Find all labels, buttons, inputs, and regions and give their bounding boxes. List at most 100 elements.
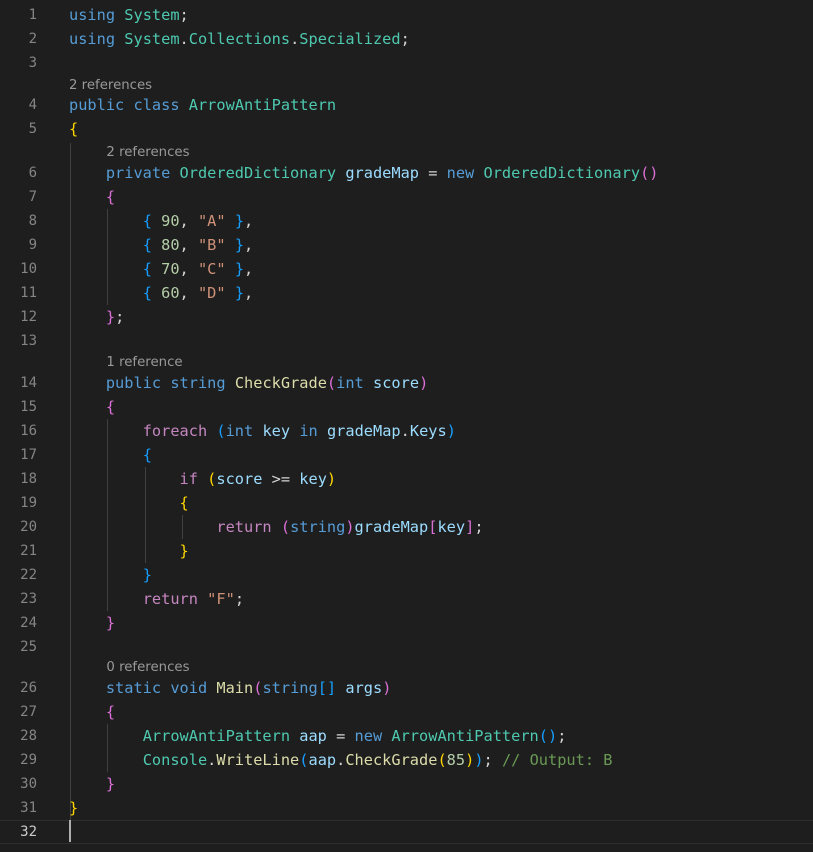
code-token: { — [179, 494, 189, 512]
code-line[interactable]: 10 { 70, "C" }, — [0, 257, 813, 281]
code-line[interactable]: 23 return "F"; — [0, 587, 813, 611]
line-number: 3 — [28, 55, 37, 71]
code-line[interactable]: 13 — [0, 329, 813, 353]
code-token: } — [69, 799, 79, 817]
code-token: ; — [179, 6, 189, 24]
code-line[interactable]: 14 public string CheckGrade(int score) — [0, 371, 813, 395]
code-token: ArrowAntiPattern — [188, 96, 337, 114]
line-number: 18 — [20, 471, 37, 487]
code-line[interactable]: 31} — [0, 796, 813, 820]
code-line[interactable]: 16 foreach (int key in gradeMap.Keys) — [0, 419, 813, 443]
code-token: >= — [262, 470, 300, 488]
code-line[interactable]: 32 — [0, 820, 813, 844]
code-lens: 0 references — [0, 658, 813, 678]
code-line[interactable]: 30 } — [0, 772, 813, 796]
code-lens-references-link[interactable]: 1 reference — [106, 353, 182, 373]
code-token: ArrowAntiPattern — [391, 727, 539, 745]
code-token: class — [133, 96, 180, 114]
code-line[interactable]: 8 { 90, "A" }, — [0, 209, 813, 233]
line-code: private OrderedDictionary gradeMap = new… — [69, 161, 659, 185]
code-line[interactable]: 25 — [0, 635, 813, 659]
line-code: } — [69, 539, 189, 563]
code-line[interactable]: 20 return (string)gradeMap[key]; — [0, 515, 813, 539]
line-code: public class ArrowAntiPattern — [69, 93, 336, 117]
code-token: score — [373, 374, 420, 392]
code-line[interactable]: 29 Console.WriteLine(aap.CheckGrade(85))… — [0, 748, 813, 772]
code-token: ] — [465, 518, 475, 536]
code-token: using — [69, 6, 116, 24]
code-line[interactable]: 17 { — [0, 443, 813, 467]
code-token: args — [345, 679, 383, 697]
code-token: ArrowAntiPattern — [142, 727, 291, 745]
code-lens: 2 references — [0, 143, 813, 163]
code-line[interactable]: 2 using System.Collections.Specialized; — [0, 27, 813, 51]
code-token: ) — [474, 751, 484, 769]
code-lens-references-link[interactable]: 2 references — [106, 143, 189, 163]
code-line[interactable]: 24 } — [0, 611, 813, 635]
code-line[interactable]: 9 { 80, "B" }, — [0, 233, 813, 257]
line-code: { — [69, 700, 115, 724]
line-number: 5 — [28, 121, 37, 137]
code-token: Main — [216, 679, 254, 697]
line-number: 15 — [20, 399, 37, 415]
code-token: in — [299, 422, 318, 440]
code-token: [] — [317, 679, 337, 697]
code-line[interactable]: 27 { — [0, 700, 813, 724]
code-line[interactable]: 11 { 60, "D" }, — [0, 281, 813, 305]
code-line[interactable]: 28 ArrowAntiPattern aap = new ArrowAntiP… — [0, 724, 813, 748]
code-token: "A" — [197, 212, 226, 230]
code-line[interactable]: 18 if (score >= key) — [0, 467, 813, 491]
code-line[interactable]: 6 private OrderedDictionary gradeMap = n… — [0, 161, 813, 185]
code-token: } — [234, 236, 245, 254]
code-token: ) — [465, 751, 475, 769]
code-token: static — [105, 679, 162, 697]
code-token: void — [170, 679, 208, 697]
code-token: return — [216, 518, 272, 536]
code-token: gradeMap — [326, 422, 401, 440]
code-lens: 1 reference — [0, 353, 813, 373]
code-line[interactable]: 22 } — [0, 563, 813, 587]
line-code: return (string)gradeMap[key]; — [69, 515, 483, 539]
code-editor[interactable]: 2 references 2 references 1 reference 0 ref… — [0, 0, 813, 852]
line-code: { — [69, 491, 189, 515]
line-number: 8 — [28, 213, 37, 229]
code-token: { — [105, 188, 116, 206]
code-line[interactable]: 7 { — [0, 185, 813, 209]
code-line[interactable]: 19 { — [0, 491, 813, 515]
code-token: } — [234, 284, 245, 302]
code-line[interactable]: 3 — [0, 51, 813, 75]
code-line[interactable]: 4 public class ArrowAntiPattern — [0, 93, 813, 117]
code-lens-references-link[interactable]: 0 references — [106, 658, 189, 678]
code-token: ( — [216, 422, 226, 440]
line-code: ArrowAntiPattern aap = new ArrowAntiPatt… — [69, 724, 567, 748]
code-token: ) — [419, 374, 429, 392]
code-token: score — [216, 470, 263, 488]
code-token: { — [105, 398, 116, 416]
code-line[interactable]: 26 static void Main(string[] args) — [0, 676, 813, 700]
code-token: // Output: B — [501, 751, 613, 769]
code-line[interactable]: 12 }; — [0, 305, 813, 329]
code-line[interactable]: 5{ — [0, 117, 813, 141]
code-token: System — [124, 30, 180, 48]
code-token: using — [69, 30, 116, 48]
code-line[interactable]: 15 { — [0, 395, 813, 419]
line-code: { 70, "C" }, — [69, 257, 254, 281]
line-number: 10 — [20, 261, 37, 277]
code-token: , — [179, 260, 198, 278]
code-token: ; — [400, 30, 410, 48]
code-line[interactable]: 21 } — [0, 539, 813, 563]
code-line[interactable]: 1 using System; — [0, 3, 813, 27]
